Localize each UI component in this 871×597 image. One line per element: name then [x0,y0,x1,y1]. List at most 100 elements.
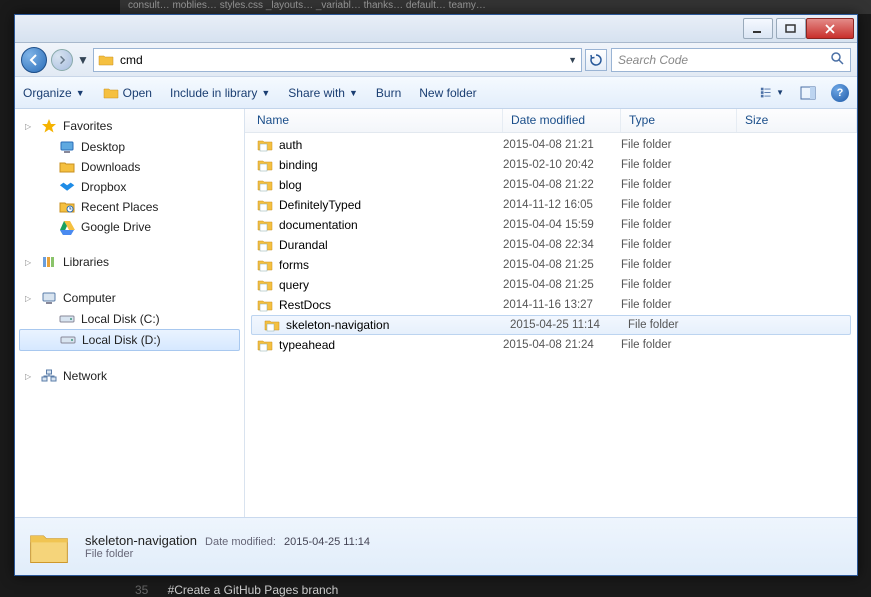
forward-button[interactable] [51,49,73,71]
address-bar[interactable]: ▼ [93,48,582,72]
view-options-button[interactable]: ▼ [759,82,785,104]
file-type: File folder [621,259,737,271]
refresh-button[interactable] [585,49,607,71]
libraries-group[interactable]: Libraries [15,251,244,273]
sidebar-item-disk[interactable]: Local Disk (D:) [19,329,240,351]
file-name: skeleton-navigation [286,318,389,332]
share-with-menu[interactable]: Share with▼ [288,86,358,100]
open-button[interactable]: Open [103,85,152,101]
folder-icon [257,297,273,313]
help-button[interactable]: ? [831,84,849,102]
search-box[interactable]: Search Code [611,48,851,72]
address-dropdown-icon[interactable]: ▼ [568,55,577,65]
file-rows: auth2015-04-08 21:21File folderbinding20… [245,133,857,517]
file-name: Durandal [279,238,328,252]
column-headers: Name Date modified Type Size [245,109,857,133]
command-bar: Organize▼ Open Include in library▼ Share… [15,77,857,109]
file-type: File folder [621,139,737,151]
titlebar[interactable] [15,15,857,43]
sidebar-item-desktop[interactable]: Desktop [15,137,244,157]
open-folder-icon [103,85,119,101]
file-name: auth [279,138,302,152]
folder-icon [257,177,273,193]
file-row[interactable]: binding2015-02-10 20:42File folder [245,155,857,175]
file-date: 2014-11-12 16:05 [503,199,621,211]
file-date: 2015-02-10 20:42 [503,159,621,171]
file-type: File folder [621,279,737,291]
sidebar-item-label: Recent Places [81,200,158,214]
nav-pane: Favorites Desktop Downloads Dropbox Recent … [15,109,245,517]
file-row[interactable]: skeleton-navigation2015-04-25 11:14File … [251,315,851,335]
network-icon [41,368,57,384]
file-row[interactable]: documentation2015-04-04 15:59File folder [245,215,857,235]
file-name: blog [279,178,302,192]
file-type: File folder [621,339,737,351]
line-number: 35 [135,583,148,597]
libraries-icon [41,254,57,270]
folder-icon [257,237,273,253]
file-row[interactable]: blog2015-04-08 21:22File folder [245,175,857,195]
editor-tabs-hint: consult… moblies… styles.css _layouts… _… [120,0,871,14]
folder-icon [264,317,280,333]
file-date: 2015-04-08 21:21 [503,139,621,151]
nav-bar: ▼ ▼ Search Code [15,43,857,77]
file-date: 2015-04-25 11:14 [510,319,628,331]
sidebar-item-downloads[interactable]: Downloads [15,157,244,177]
file-date: 2015-04-04 15:59 [503,219,621,231]
maximize-button[interactable] [776,18,806,39]
file-row[interactable]: auth 2015-04-08 21:21File folder [245,135,857,155]
col-date[interactable]: Date modified [503,109,621,132]
star-icon [41,118,57,134]
folder-large-icon [27,525,71,569]
file-name: query [279,278,309,292]
file-row[interactable]: Durandal2015-04-08 22:34File folder [245,235,857,255]
preview-pane-button[interactable] [795,82,821,104]
file-date: 2015-04-08 21:25 [503,279,621,291]
sidebar-item-dropbox[interactable]: Dropbox [15,177,244,197]
file-name: RestDocs [279,298,331,312]
details-pane: skeleton-navigation Date modified: 2015-… [15,517,857,575]
network-group[interactable]: Network [15,365,244,387]
file-type: File folder [621,299,737,311]
organize-menu[interactable]: Organize▼ [23,86,85,100]
file-row[interactable]: RestDocs2014-11-16 13:27File folder [245,295,857,315]
col-size[interactable]: Size [737,109,857,132]
details-type: File folder [85,548,370,560]
file-row[interactable]: query 2015-04-08 21:25File folder [245,275,857,295]
col-type[interactable]: Type [621,109,737,132]
file-date: 2015-04-08 21:24 [503,339,621,351]
folder-icon [257,197,273,213]
file-list-pane: Name Date modified Type Size auth 2015-04… [245,109,857,517]
address-input[interactable] [120,53,562,67]
close-button[interactable] [806,18,854,39]
history-dropdown[interactable]: ▼ [77,53,89,67]
folder-icon [257,157,273,173]
details-name: skeleton-navigation [85,533,197,548]
folder-icon [98,52,114,68]
item-icon [59,139,75,155]
col-name[interactable]: Name [245,109,503,132]
folder-icon [257,217,273,233]
details-date-label: Date modified: [205,536,276,548]
item-icon [59,219,75,235]
folder-icon [257,137,273,153]
new-folder-button[interactable]: New folder [419,86,476,100]
sidebar-item-google-drive[interactable]: Google Drive [15,217,244,237]
burn-button[interactable]: Burn [376,86,401,100]
include-library-menu[interactable]: Include in library▼ [170,86,270,100]
file-row[interactable]: forms2015-04-08 21:25File folder [245,255,857,275]
sidebar-item-disk[interactable]: Local Disk (C:) [15,309,244,329]
favorites-group[interactable]: Favorites [15,115,244,137]
file-name: documentation [279,218,358,232]
line-text: #Create a GitHub Pages branch [168,583,339,597]
file-row[interactable]: typeahead2015-04-08 21:24File folder [245,335,857,355]
disk-icon [59,311,75,327]
sidebar-item-recent-places[interactable]: Recent Places [15,197,244,217]
computer-group[interactable]: Computer [15,287,244,309]
sidebar-item-label: Downloads [81,160,140,174]
minimize-button[interactable] [743,18,773,39]
file-name: DefinitelyTyped [279,198,361,212]
file-type: File folder [621,179,737,191]
back-button[interactable] [21,47,47,73]
file-row[interactable]: DefinitelyTyped2014-11-12 16:05File fold… [245,195,857,215]
